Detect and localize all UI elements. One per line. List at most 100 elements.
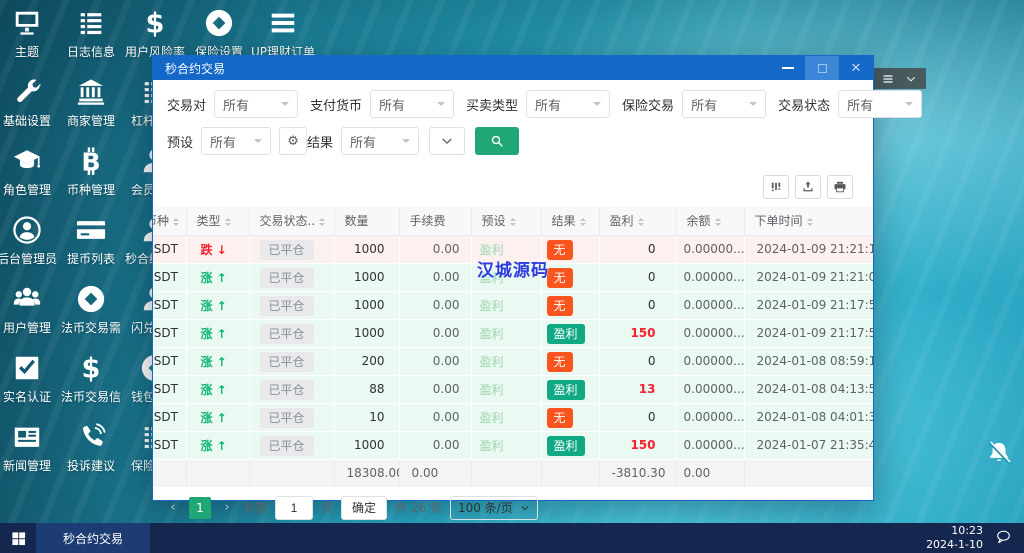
cell-fee: 0.00 [399,347,472,376]
desktop-icon-主题[interactable]: 主题 [0,8,59,77]
cell-coin: USDT [153,347,187,376]
menu-icon[interactable] [882,73,894,85]
cell-balance: 0.00000... [676,375,745,404]
page-size-select[interactable]: 100 条/页 [449,495,538,520]
sort-icon[interactable] [319,215,326,229]
filter-select-交易对[interactable]: 所有 [214,90,299,118]
column-header-status[interactable]: 交易状态.. [249,207,335,236]
sort-icon[interactable] [714,215,721,229]
columns-icon[interactable] [763,175,789,199]
cell-type: 跌 ↓ [186,235,250,264]
sort-asc-icon [806,215,813,221]
desktop-icon-实名认证[interactable]: 实名认证 [0,353,59,422]
clock-date: 2024-1-10 [926,538,983,551]
search-button[interactable] [475,127,520,155]
cell-balance: 0.00000... [676,291,745,320]
sort-icon[interactable] [224,215,231,229]
sort-asc-icon [509,215,516,221]
table-row[interactable]: USDT 涨 ↑ 已平仓 880.00 盈利 盈利 130.00000...2024-01-… [153,375,873,404]
bell-muted-icon[interactable] [986,440,1012,470]
window-titlebar[interactable]: 秒合约交易 ✕ [153,56,873,80]
print-icon[interactable] [827,175,853,199]
column-header-type[interactable]: 类型 [186,207,250,236]
preset-select[interactable]: 所有 [201,127,272,155]
column-header-time[interactable]: 下单时间 [744,207,873,236]
desktop-icon-角色管理[interactable]: 角色管理 [0,146,59,215]
column-header-coin[interactable]: 币种 [153,207,187,236]
maximize-button[interactable] [805,56,839,80]
cell-fee: 0.00 [399,263,472,292]
desktop-icon-label: 法币交易信 [60,390,121,404]
desktop-icon-基础设置[interactable]: 基础设置 [0,77,59,146]
chat-bubble-icon[interactable] [995,528,1012,549]
table-row[interactable]: USDT 涨 ↑ 已平仓 100.00 盈利 无 00.00000...2024-01-08… [153,403,873,432]
dollar-icon [76,353,106,383]
column-header-label: 预设 [481,214,506,229]
cell-balance: 0.00000... [676,319,745,348]
desktop-icon-新闻管理[interactable]: 新闻管理 [0,422,59,491]
desktop-icon-币种管理[interactable]: 币种管理 [59,146,123,215]
filter-select-value: 所有 [379,98,406,114]
filter-select-支付货币[interactable]: 所有 [370,90,455,118]
table-row[interactable]: USDT 涨 ↑ 已平仓 10000.00 盈利 盈利 1500.00000...2024-… [153,319,873,348]
column-header-profit[interactable]: 盈利 [599,207,677,236]
close-button[interactable]: ✕ [839,56,873,80]
gear-icon[interactable]: ⚙ [279,127,308,155]
cell-result: 无 [541,263,600,292]
sort-icon[interactable] [806,215,813,229]
taskbar-active-task[interactable]: 秒合约交易 [36,523,150,553]
desktop-icon-label: 日志信息 [66,45,115,59]
minimize-button[interactable] [771,56,805,80]
desktop-icon-label: 投诉建议 [66,459,115,473]
column-header-bal[interactable]: 余额 [676,207,745,236]
sort-asc-icon [319,215,326,221]
type-up-label: 涨 ↑ [200,382,227,397]
desktop-icon-法币交易需[interactable]: 法币交易需 [59,284,123,353]
chevron-down-icon[interactable] [905,73,917,85]
watermark: 汉城源码 [477,261,549,281]
chevron-down-icon [440,134,454,148]
filter-select-保险交易[interactable]: 所有 [682,90,767,118]
desktop-icon-用户管理[interactable]: 用户管理 [0,284,59,353]
start-button[interactable] [0,523,36,553]
sort-icon[interactable] [509,215,516,229]
prev-page-button[interactable]: ‹ [165,500,181,515]
desktop-icon-label: 主题 [14,45,39,59]
filter-select-买卖类型[interactable]: 所有 [526,90,611,118]
export-icon[interactable] [795,175,821,199]
page-number-button[interactable]: 1 [189,496,211,519]
cell-time: 2024-01-09 21:17:51 [744,319,873,348]
table-row[interactable]: USDT 涨 ↑ 已平仓 10000.00 盈利 无 00.00000...2024-01-… [153,291,873,320]
sort-icon[interactable] [173,215,180,229]
sort-icon[interactable] [579,215,586,229]
desktop-icon-后台管理员[interactable]: 后台管理员 [0,215,59,284]
desktop-icon-法币交易信[interactable]: 法币交易信 [59,353,123,422]
cell-preset: 盈利 [471,403,542,432]
column-header-result[interactable]: 结果 [541,207,600,236]
desktop-icon-投诉建议[interactable]: 投诉建议 [59,422,123,491]
desktop-icon-日志信息[interactable]: 日志信息 [59,8,123,77]
users-icon [12,284,42,314]
table-row[interactable]: USDT 涨 ↑ 已平仓 2000.00 盈利 无 00.00000...2024-01-0… [153,347,873,376]
desktop-icon-提币列表[interactable]: 提币列表 [59,215,123,284]
cell-profit: 150 [599,319,677,348]
column-header-preset[interactable]: 预设 [471,207,542,236]
confirm-page-button[interactable]: 确定 [341,495,388,520]
sort-icon[interactable] [637,215,644,229]
taskbar-clock[interactable]: 10:23 2024-1-10 [926,524,983,553]
cell-amount: 200 [334,347,400,376]
column-header-label: 下单时间 [754,214,803,229]
next-page-button[interactable]: › [219,500,235,515]
cell-profit: 150 [599,431,677,460]
summary-cell-type [186,458,250,488]
preset-label: 盈利 [479,354,504,369]
column-header-amount: 数量 [334,207,400,236]
check-icon [12,353,42,383]
collapse-filters-button[interactable] [429,127,466,155]
cell-profit: 0 [599,263,677,292]
table-row[interactable]: USDT 涨 ↑ 已平仓 10000.00 盈利 盈利 1500.00000...2024-… [153,431,873,460]
goto-page-input[interactable] [275,495,314,520]
result-select[interactable]: 所有 [341,127,420,155]
filter-select-交易状态[interactable]: 所有 [838,90,923,118]
desktop-icon-商家管理[interactable]: 商家管理 [59,77,123,146]
